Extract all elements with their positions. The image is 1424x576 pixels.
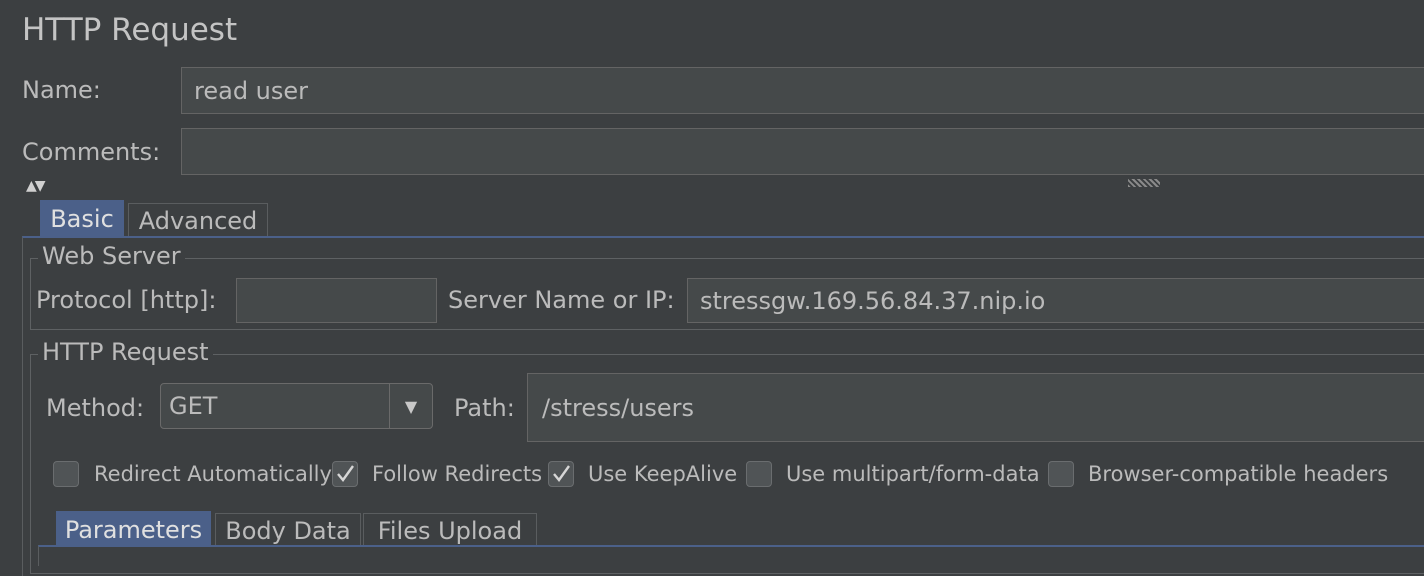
follow-redirects-checkbox[interactable] <box>332 461 358 487</box>
tab-files-upload[interactable]: Files Upload <box>363 513 537 547</box>
tab-parameters[interactable]: Parameters <box>56 511 211 547</box>
page-title: HTTP Request <box>22 12 238 48</box>
redirect-automatically-label: Redirect Automatically <box>94 462 332 486</box>
protocol-label: Protocol [http]: <box>36 286 217 314</box>
use-multipart-label: Use multipart/form-data <box>786 462 1040 486</box>
use-keepalive-label: Use KeepAlive <box>588 462 738 486</box>
use-multipart-checkbox[interactable] <box>746 461 772 487</box>
splitter-grip-icon[interactable] <box>1128 179 1160 187</box>
method-select-value: GET <box>169 392 218 420</box>
follow-redirects-label: Follow Redirects <box>372 462 543 486</box>
tab-basic[interactable]: Basic <box>40 200 124 237</box>
browser-compatible-headers-checkbox[interactable] <box>1048 461 1074 487</box>
use-keepalive-checkbox[interactable] <box>548 461 574 487</box>
chevron-down-icon[interactable]: ▼ <box>390 384 432 428</box>
path-field-value: /stress/users <box>542 393 695 422</box>
parameters-panel <box>38 545 1424 566</box>
tab-advanced[interactable]: Advanced <box>128 203 268 237</box>
protocol-field[interactable] <box>236 278 437 323</box>
method-select[interactable]: GET ▼ <box>160 383 433 429</box>
server-name-label: Server Name or IP: <box>448 286 675 314</box>
http-request-title: HTTP Request <box>38 338 213 366</box>
name-label: Name: <box>22 76 101 104</box>
comments-field[interactable] <box>181 128 1424 175</box>
browser-compatible-headers-label: Browser-compatible headers <box>1088 462 1389 486</box>
method-label: Method: <box>46 394 145 422</box>
check-icon <box>553 465 570 482</box>
up-down-arrows-icon[interactable]: ▲▼ <box>26 178 45 194</box>
redirect-automatically-checkbox[interactable] <box>53 461 79 487</box>
path-field[interactable]: /stress/users <box>527 373 1424 442</box>
name-field-value: read user <box>194 76 309 105</box>
server-name-field-value: stressgw.169.56.84.37.nip.io <box>700 286 1046 315</box>
comments-label: Comments: <box>22 138 161 166</box>
web-server-title: Web Server <box>38 242 185 270</box>
server-name-field[interactable]: stressgw.169.56.84.37.nip.io <box>687 278 1424 323</box>
tab-body-data[interactable]: Body Data <box>215 513 361 547</box>
name-field[interactable]: read user <box>181 67 1424 114</box>
path-label: Path: <box>454 394 515 422</box>
check-icon <box>337 465 354 482</box>
